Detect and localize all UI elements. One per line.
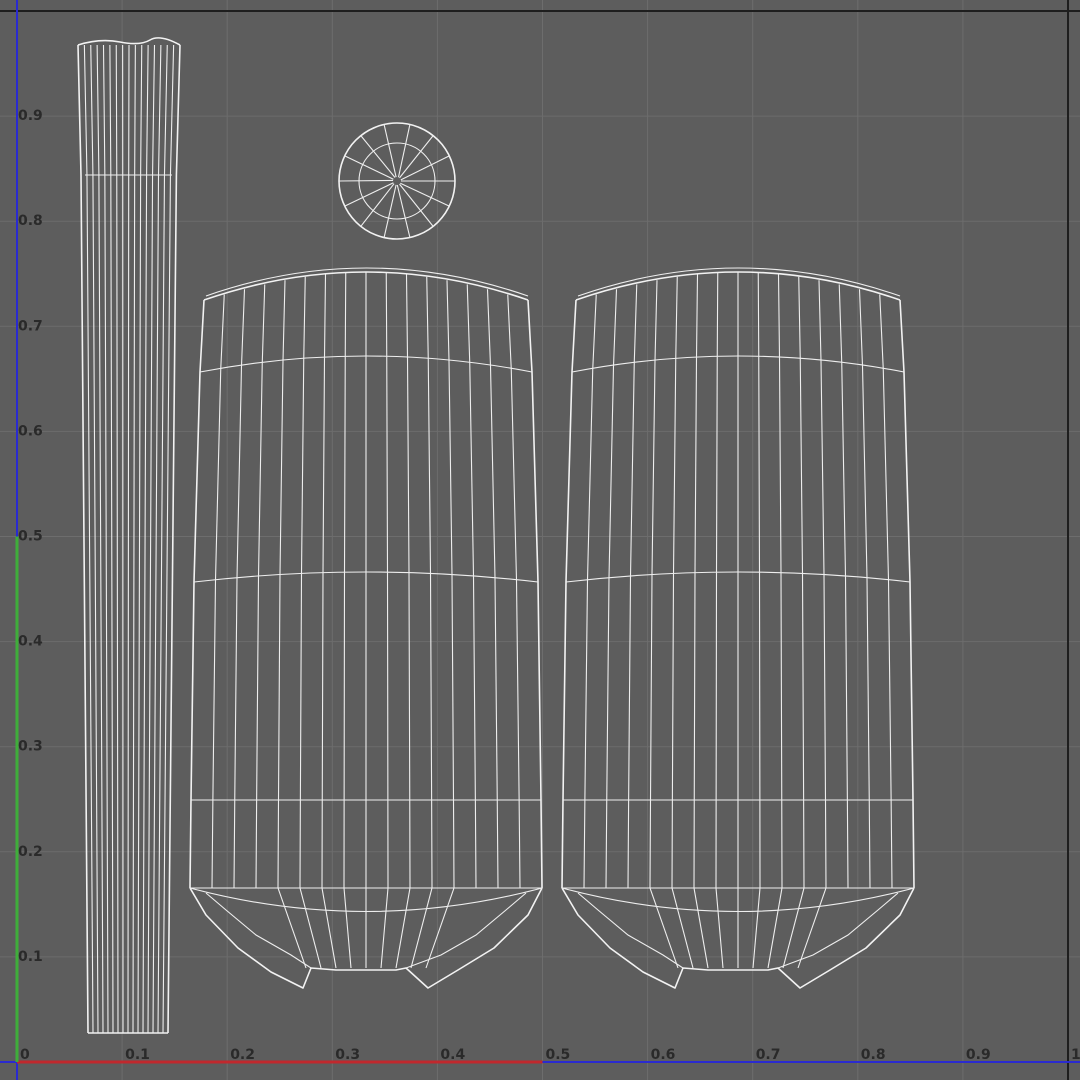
- v-tick-label: 0.2: [18, 844, 43, 860]
- v-tick-label: 0.6: [18, 423, 43, 439]
- cap-spoke: [338, 179, 394, 182]
- v-tick-label: 0.8: [18, 213, 43, 229]
- v-tick-label: 0.3: [18, 739, 43, 755]
- u-tick-label: 0.9: [966, 1047, 991, 1063]
- v-tick-label: 0.1: [18, 949, 43, 965]
- v-tick-label: 0.7: [18, 318, 43, 334]
- u-tick-label: 0.8: [861, 1047, 886, 1063]
- u-tick-label: 0.5: [546, 1047, 571, 1063]
- u-tick-label: 0.7: [756, 1047, 781, 1063]
- u-tick-label: 0.2: [230, 1047, 255, 1063]
- u-tick-label: 0.1: [125, 1047, 150, 1063]
- u-tick-label: 0: [20, 1047, 30, 1063]
- u-tick-label: 0.6: [651, 1047, 676, 1063]
- uv-canvas[interactable]: 0 0.1 0.2 0.3 0.4 0.5 0.6 0.7 0.8 0.9 1 0.1 0.2 0.3 0.…: [0, 0, 1080, 1080]
- v-tick-label: 0.9: [18, 108, 43, 124]
- u-tick-label: 1: [1071, 1047, 1080, 1063]
- u-tick-label: 0.4: [440, 1047, 465, 1063]
- v-tick-label: 0.5: [18, 529, 43, 545]
- uv-editor-viewport[interactable]: 0 0.1 0.2 0.3 0.4 0.5 0.6 0.7 0.8 0.9 1 0.1 0.2 0.3 0.…: [0, 0, 1080, 1080]
- u-tick-label: 0.3: [335, 1047, 360, 1063]
- v-tick-label: 0.4: [18, 634, 43, 650]
